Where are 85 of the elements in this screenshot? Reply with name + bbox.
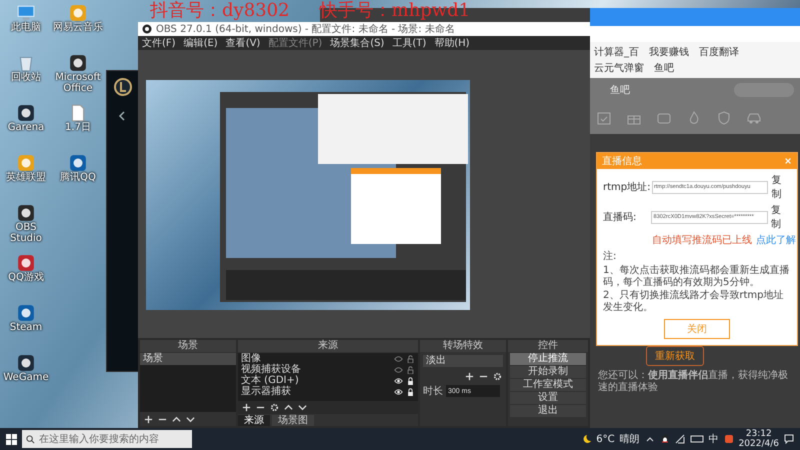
control-button[interactable]: 工作室模式	[510, 379, 586, 391]
transition-select[interactable]: 淡出	[423, 355, 503, 367]
chevron-down-icon[interactable]	[186, 415, 195, 424]
menu-item[interactable]: 工具(T)	[392, 36, 426, 50]
menu-item[interactable]: 文件(F)	[142, 36, 176, 50]
note-text: 1、每次点击获取推流码都会重新生成直播码，每个直播码的有效期为5分钟。	[603, 265, 790, 288]
lock-icon[interactable]	[406, 376, 415, 384]
plus-icon[interactable]	[144, 415, 153, 424]
nav-link[interactable]: 鱼吧	[610, 83, 630, 97]
bookmark-link[interactable]: 百度翻译	[699, 45, 739, 59]
monitor-icon	[17, 4, 35, 22]
refetch-button[interactable]: 重新获取	[646, 346, 704, 366]
settings-icon[interactable]	[270, 403, 279, 412]
dock-tab[interactable]: 来源	[238, 415, 270, 426]
chevron-left-icon[interactable]	[117, 111, 127, 121]
menu-item[interactable]: 场景集合(S)	[330, 36, 384, 50]
app-icon	[17, 254, 35, 272]
chevron-down-icon[interactable]	[298, 403, 307, 412]
menu-item[interactable]: 配置文件(P)	[268, 36, 322, 50]
temperature-text[interactable]: 6°C	[596, 434, 615, 444]
duration-label: 时长	[423, 384, 443, 398]
dock-title: 控件	[508, 340, 588, 352]
settings-icon[interactable]	[493, 372, 502, 381]
bookmark-link[interactable]: 我要赚钱	[649, 45, 689, 59]
note-text: 2、只有切换推流线路才会导致rtmp地址发生变化。	[603, 290, 784, 313]
source-item[interactable]: 文本 (GDI+)	[241, 375, 391, 386]
eye-icon[interactable]	[394, 376, 403, 384]
app-icon	[17, 154, 35, 172]
search-icon	[26, 434, 35, 444]
weather-text[interactable]: 晴朗	[620, 432, 640, 446]
copy-link[interactable]: 复制	[771, 203, 791, 231]
calendar-check-icon[interactable]	[596, 110, 612, 126]
input-method-indicator[interactable]: 中	[708, 432, 719, 446]
app-icon	[69, 154, 87, 172]
control-button[interactable]: 设置	[510, 392, 586, 404]
recycle-bin-icon	[17, 54, 35, 72]
menu-item[interactable]: 查看(V)	[226, 36, 260, 50]
bookmark-link[interactable]: 计算器_百	[594, 45, 639, 59]
control-button[interactable]: 停止推流	[510, 353, 586, 365]
window-title: OBS 27.0.1 (64-bit, windows) - 配置文件: 未命名 - 场景: 未命名	[156, 22, 455, 36]
control-button[interactable]: 退出	[510, 405, 586, 417]
source-item[interactable]: 视频捕获设备	[241, 364, 391, 375]
document-icon	[69, 104, 87, 122]
plus-icon[interactable]	[242, 403, 251, 412]
notice-text: 自动填写推流码已上线	[652, 234, 752, 247]
menu-item[interactable]: 编辑(E)	[184, 36, 218, 50]
app-icon	[69, 4, 87, 22]
clock-time[interactable]: 23:12	[746, 429, 772, 439]
chevron-up-icon[interactable]	[284, 403, 293, 412]
lock-icon[interactable]	[406, 388, 415, 396]
menu-item[interactable]: 帮助(H)	[434, 36, 470, 50]
control-button[interactable]: 开始录制	[510, 366, 586, 378]
windows-logo-icon[interactable]	[6, 434, 17, 444]
app-icon	[17, 354, 35, 372]
app-icon	[17, 104, 35, 122]
source-item[interactable]: 显示器捕获	[241, 386, 391, 397]
notes-heading: 注:	[603, 250, 618, 263]
watermark-text: 抖音号：dy8302	[150, 0, 290, 21]
keyboard-icon[interactable]	[690, 434, 704, 444]
bookmark-link[interactable]: 鱼吧	[654, 61, 674, 75]
dock-title: 转场特效	[420, 340, 506, 352]
clock-date[interactable]: 2022/4/6	[738, 439, 779, 449]
dock-tab[interactable]: 场景图	[272, 415, 314, 426]
dock-title: 场景	[140, 340, 236, 352]
bookmark-link[interactable]: 云元气弹窗	[594, 61, 644, 75]
ring-logo-icon	[113, 77, 133, 97]
app-tray-icon[interactable]	[724, 434, 734, 444]
dialog-title: 直播信息	[602, 154, 642, 168]
dock-title: 来源	[238, 340, 418, 352]
app-icon	[17, 204, 35, 222]
field-label: rtmp地址:	[603, 180, 649, 194]
hint-text: 您还可以：使用直播伴侣直播，获得纯净极速的直播体验	[598, 370, 789, 394]
app-icon	[69, 54, 87, 72]
search-field[interactable]: 在这里输入你要搜索的内容	[22, 430, 192, 448]
source-item[interactable]: 图像	[241, 353, 391, 364]
field-label: 直播码:	[603, 210, 638, 224]
eye-icon[interactable]	[394, 388, 403, 396]
penguin-icon[interactable]	[660, 434, 670, 444]
scene-item[interactable]: 场景	[140, 353, 236, 365]
chevron-up-icon[interactable]	[172, 415, 181, 424]
notification-icon[interactable]	[784, 434, 794, 444]
moon-icon[interactable]	[581, 434, 592, 444]
copy-link[interactable]: 复制	[771, 173, 791, 201]
plus-icon[interactable]	[465, 372, 474, 381]
app-icon	[17, 304, 35, 322]
